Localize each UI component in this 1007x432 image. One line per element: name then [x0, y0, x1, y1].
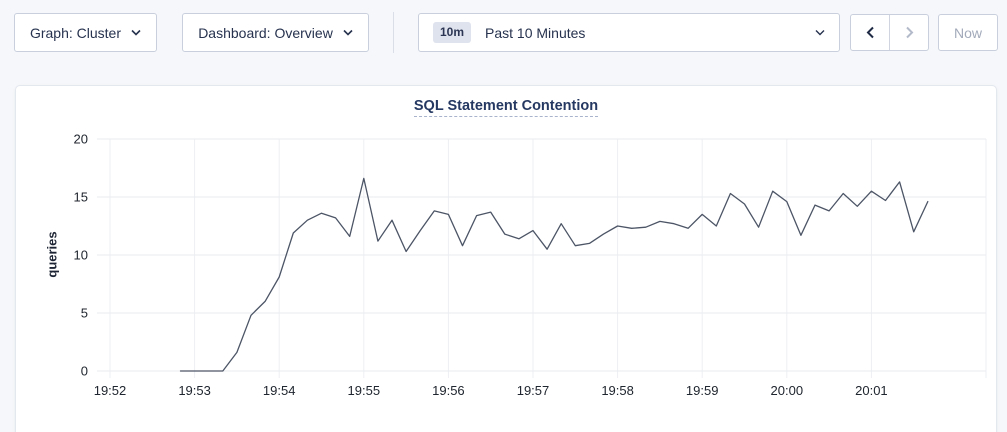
dashboard-dropdown-label: Dashboard: Overview — [198, 25, 333, 41]
chevron-down-icon — [815, 29, 825, 36]
chevron-down-icon — [343, 29, 353, 36]
now-button[interactable]: Now — [938, 14, 998, 51]
chevron-right-icon — [905, 26, 914, 39]
chart-title-wrap: SQL Statement Contention — [15, 97, 997, 117]
time-range-picker[interactable]: 10m Past 10 Minutes — [418, 13, 840, 52]
chevron-left-icon — [866, 26, 875, 39]
next-time-button[interactable] — [889, 15, 928, 50]
chart-panel — [15, 85, 997, 432]
graph-dropdown[interactable]: Graph: Cluster — [14, 13, 157, 52]
metrics-page: Graph: Cluster Dashboard: Overview 10m P… — [0, 0, 1007, 432]
time-range-label: Past 10 Minutes — [485, 25, 585, 41]
toolbar-divider — [393, 12, 394, 53]
time-pager — [850, 14, 929, 51]
time-range-badge: 10m — [433, 22, 471, 42]
chart-title[interactable]: SQL Statement Contention — [414, 98, 598, 117]
prev-time-button[interactable] — [851, 15, 889, 50]
chevron-down-icon — [131, 29, 141, 36]
dashboard-dropdown[interactable]: Dashboard: Overview — [182, 13, 369, 52]
now-button-label: Now — [954, 25, 982, 41]
graph-dropdown-label: Graph: Cluster — [30, 25, 121, 41]
y-axis-label: queries — [45, 195, 60, 315]
